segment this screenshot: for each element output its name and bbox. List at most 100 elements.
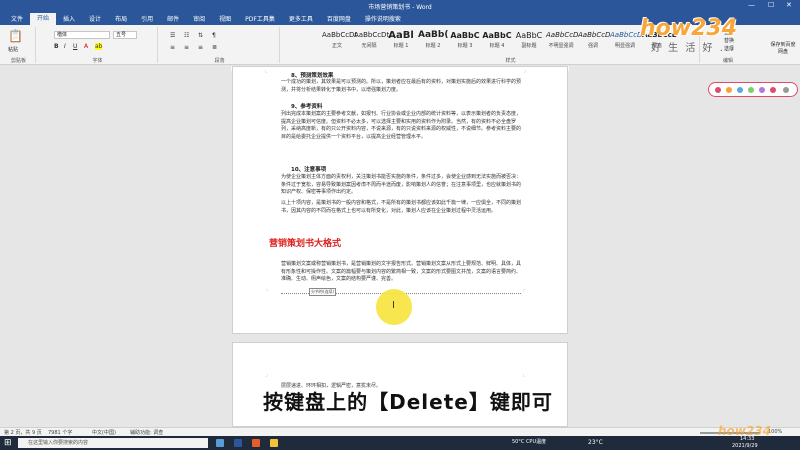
heading-8: 8、预测策划效果 [291, 73, 334, 79]
style-name: 副标题 [521, 43, 537, 49]
minimize-button[interactable]: — [748, 1, 755, 9]
style-preview: AaBb( [418, 30, 449, 40]
style-preview: AaBl [388, 30, 414, 41]
tab-layout[interactable]: 布局 [108, 14, 134, 23]
underline-icon[interactable]: U [73, 43, 77, 50]
text-icon[interactable] [748, 87, 754, 93]
tab-mailings[interactable]: 邮件 [160, 14, 186, 23]
section-title: 营销策划书大格式 [269, 239, 342, 249]
style-name: 不明显强调 [548, 43, 574, 49]
windows-start-icon[interactable]: ⊞ [4, 438, 12, 448]
align-right-icon[interactable]: ≡ [198, 44, 203, 51]
status-bar: 第 2 页，共 9 页 7981 个字 中文(中国) 辅助功能: 调查 100% [0, 427, 800, 436]
paragraph-10: 为使企业策划主体方面的责权利，关注策划书能否实施的条件，条件过多，会使企业感到无… [281, 174, 522, 196]
floating-toolbar[interactable] [708, 82, 798, 97]
style-preview: AaBbCcD [546, 31, 579, 39]
paragraph-group: ☰ ☷ ⇅ ¶ ≡ ≡ ≡ ≣ 段落 [160, 27, 280, 64]
margin-marker: ⌜ [523, 289, 526, 296]
show-marks-icon[interactable]: ¶ [212, 32, 216, 39]
font-group: 楷体 五号 B I U A ab 字体 [38, 27, 158, 64]
bold-icon[interactable]: B [54, 43, 59, 50]
justify-icon[interactable]: ≣ [212, 44, 217, 51]
tab-view[interactable]: 视图 [212, 14, 238, 23]
style-name: 正文 [331, 43, 342, 49]
maximize-button[interactable]: ☐ [768, 1, 774, 9]
italic-icon[interactable]: I [64, 43, 66, 50]
style-name: 标题 3 [457, 43, 473, 49]
numbering-icon[interactable]: ☷ [184, 32, 189, 39]
close-button[interactable]: ✕ [786, 1, 792, 9]
folder-icon[interactable] [270, 439, 278, 447]
word-app-icon[interactable] [234, 439, 242, 447]
paragraph-group-label: 段落 [214, 58, 225, 64]
close-toolbar-icon[interactable] [783, 87, 789, 93]
undo-icon[interactable] [770, 87, 776, 93]
tell-me-search[interactable]: 操作说明搜索 [358, 14, 408, 23]
style-preview: AaBbC [450, 31, 480, 40]
style-heading-3[interactable]: AaBbC 标题 3 [450, 29, 480, 53]
paste-icon[interactable]: 📋 [8, 29, 23, 43]
accessibility-status[interactable]: 辅助功能: 调查 [130, 429, 163, 436]
style-normal[interactable]: AaBbCcDt 正文 [322, 29, 357, 53]
tab-baidu-netdisk[interactable]: 百度网盘 [320, 14, 358, 23]
style-heading-2[interactable]: AaBb(标题 2 [418, 29, 448, 53]
margin-marker: ⌝ [265, 289, 268, 296]
bullets-icon[interactable]: ☰ [170, 32, 175, 39]
heading-10: 10、注意事项 [291, 167, 327, 173]
editing-group-label: 编辑 [722, 58, 733, 64]
pen-icon[interactable] [726, 87, 732, 93]
word-count[interactable]: 7981 个字 [48, 429, 72, 436]
style-intense-emphasis[interactable]: AaBbCcD 明显强调 [610, 29, 643, 53]
align-center-icon[interactable]: ≡ [184, 44, 189, 51]
style-preview: AaBbC [482, 31, 512, 40]
clock-date[interactable]: 2021/9/29 [732, 443, 758, 449]
align-left-icon[interactable]: ≡ [170, 44, 175, 51]
clipboard-group: 📋 粘贴 剪贴板 [2, 27, 36, 64]
font-name-select[interactable]: 楷体 [54, 31, 110, 39]
task-view-icon[interactable] [216, 439, 224, 447]
shape-icon[interactable] [737, 87, 743, 93]
record-icon[interactable] [715, 87, 721, 93]
sort-icon[interactable]: ⇅ [198, 32, 203, 39]
paragraph-10-summary: 以上十项内容，是策划书的一般内容和格式，不是所有的策划书都应该如此千篇一律，一应… [281, 200, 522, 214]
tab-review[interactable]: 审阅 [186, 14, 212, 23]
cpu-temp[interactable]: 50°C CPU温度 [512, 438, 546, 445]
color-icon[interactable] [759, 87, 765, 93]
tab-insert[interactable]: 插入 [56, 14, 82, 23]
title-bar: 市场营销策划书 - Word — ☐ ✕ [0, 0, 800, 12]
tab-more-tools[interactable]: 更多工具 [282, 14, 320, 23]
font-group-label: 字体 [92, 58, 103, 64]
style-preview: AaBbC [515, 31, 543, 40]
style-heading-4[interactable]: AaBbC 标题 4 [482, 29, 512, 53]
style-no-spacing[interactable]: AaBbCcDt 无间隔 [354, 29, 389, 53]
tab-file[interactable]: 文件 [4, 14, 30, 23]
tab-design[interactable]: 设计 [82, 14, 108, 23]
app-icon[interactable] [252, 439, 260, 447]
style-heading-1[interactable]: AaBl 标题 1 [386, 29, 416, 53]
page-count[interactable]: 第 2 页，共 9 页 [4, 429, 42, 436]
highlight-icon[interactable]: ab [95, 43, 103, 50]
window-title: 市场营销策划书 - Word [368, 4, 432, 11]
style-subtle-emphasis[interactable]: AaBbCcD 不明显强调 [546, 29, 579, 53]
style-preview: AaBbCcD [578, 31, 611, 39]
language-status[interactable]: 中文(中国) [92, 429, 116, 436]
margin-marker: ⌞ [265, 67, 268, 74]
heading-9: 9、参考资料 [291, 104, 323, 110]
tab-pdf-tools[interactable]: PDF工具集 [238, 14, 282, 23]
paste-button-label[interactable]: 粘贴 [8, 46, 18, 53]
style-name: 标题 1 [393, 43, 409, 49]
save-to-baidu-button[interactable]: 保存到百度网盘 [770, 41, 796, 55]
weather-temp[interactable]: 23°C [588, 439, 603, 446]
font-size-select[interactable]: 五号 [113, 31, 137, 39]
tab-home[interactable]: 开始 [30, 13, 57, 25]
tab-references[interactable]: 引用 [134, 14, 160, 23]
styles-group-label: 样式 [505, 58, 516, 64]
style-emphasis[interactable]: AaBbCcD 强调 [578, 29, 611, 53]
font-color-icon[interactable]: A [84, 43, 88, 50]
text-cursor-icon: I [392, 300, 395, 311]
taskbar-search-input[interactable]: 在这里输入你要搜索的内容 [18, 438, 208, 448]
style-subtitle[interactable]: AaBbC 副标题 [514, 29, 544, 53]
margin-marker: ⌞ [523, 371, 526, 378]
style-preview: AaBbCcD [610, 31, 643, 39]
section-break-tooltip: 分节符(连续) [309, 288, 337, 296]
